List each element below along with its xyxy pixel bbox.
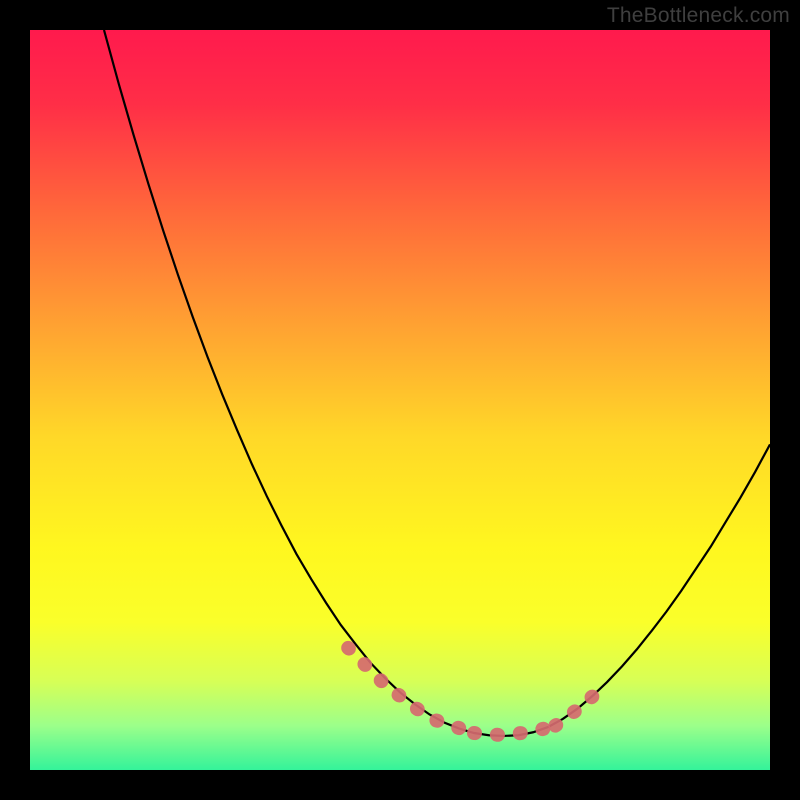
- watermark-text: TheBottleneck.com: [607, 4, 790, 28]
- chart-stage: TheBottleneck.com: [0, 0, 800, 800]
- chart-svg: [0, 0, 800, 800]
- gradient-background: [30, 30, 770, 770]
